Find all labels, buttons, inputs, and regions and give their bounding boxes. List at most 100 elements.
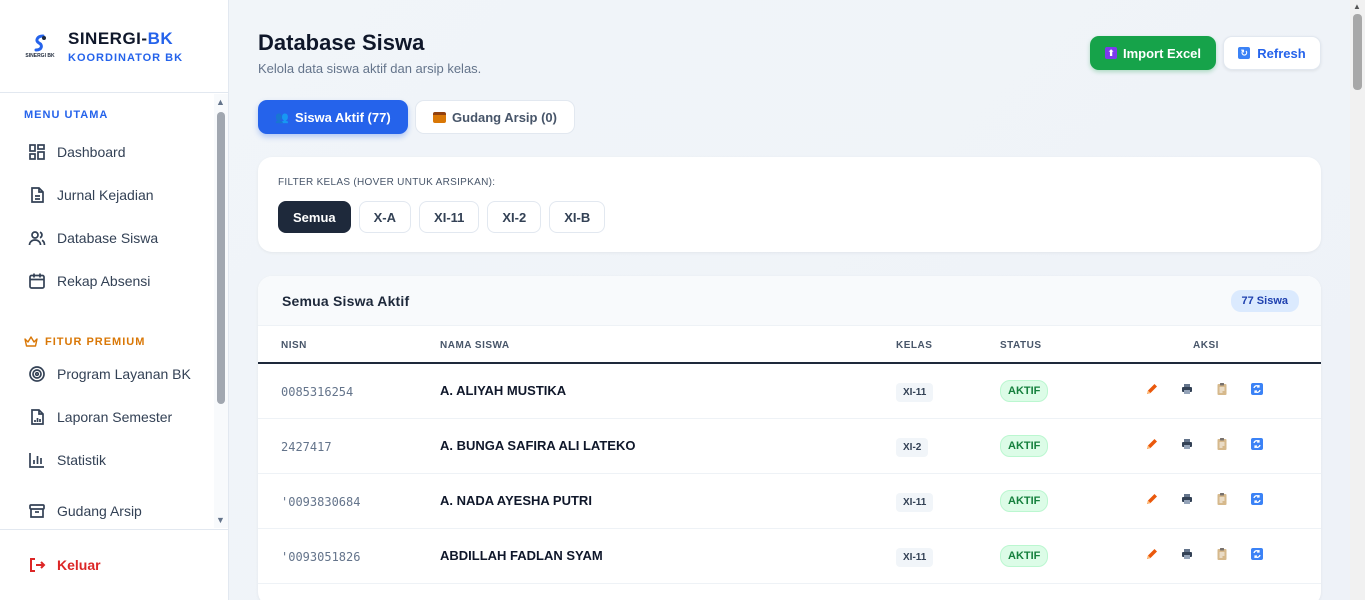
brand-subtitle: KOORDINATOR BK: [68, 51, 184, 64]
users-icon: [28, 229, 46, 247]
clipboard-icon[interactable]: [1215, 382, 1229, 396]
filter-chip-semua[interactable]: Semua: [278, 201, 351, 233]
clipboard-icon[interactable]: [1215, 492, 1229, 506]
sidebar-item-gudang-arsip[interactable]: Gudang Arsip: [0, 489, 214, 528]
status-badge: AKTIF: [1000, 435, 1049, 457]
move-class-icon[interactable]: [1250, 437, 1264, 451]
crown-icon: [24, 335, 38, 347]
brand-logo: SINERGI BK: [24, 30, 56, 62]
brand-name: SINERGI-BK: [68, 28, 174, 48]
row-actions: [1145, 382, 1264, 396]
cell-nama: A. BUNGA SAFIRA ALI LATEKO: [440, 438, 636, 453]
col-kelas[interactable]: KELAS: [896, 340, 932, 351]
edit-icon[interactable]: [1145, 492, 1159, 506]
sidebar-item-program-layanan-bk[interactable]: Program Layanan BK: [0, 352, 214, 395]
col-nama-siswa[interactable]: NAMA SISWA: [440, 340, 510, 351]
row-actions: [1145, 547, 1264, 561]
clipboard-icon[interactable]: [1215, 547, 1229, 561]
count-badge: 77 Siswa: [1230, 289, 1299, 312]
page-scroll-thumb[interactable]: [1353, 14, 1362, 90]
cell-kelas: XI-11: [896, 493, 934, 512]
move-class-icon[interactable]: [1250, 382, 1264, 396]
archive-icon: [28, 502, 46, 520]
logout-icon: [30, 558, 46, 572]
sidebar-item-database-siswa[interactable]: Database Siswa: [0, 216, 214, 259]
cell-nama: A. ALIYAH MUSTIKA: [440, 383, 567, 398]
cell-nisn: '0093830684: [281, 495, 361, 509]
refresh-icon: ↻: [1238, 47, 1251, 59]
move-class-icon[interactable]: [1250, 492, 1264, 506]
print-icon[interactable]: [1180, 437, 1194, 451]
filter-chip-xi-b[interactable]: XI-B: [549, 201, 606, 233]
target-icon: [28, 365, 46, 383]
cell-kelas: XI-2: [896, 438, 929, 457]
premium-section-title: FITUR PREMIUM: [0, 316, 214, 352]
cell-nisn: 0085316254: [281, 385, 354, 399]
menu-section-title: MENU UTAMA: [24, 109, 109, 121]
page-scrollbar[interactable]: ▲: [1350, 0, 1365, 600]
refresh-button[interactable]: ↻ Refresh: [1223, 36, 1321, 70]
sidebar: SINERGI BK SINERGI-BK KOORDINATOR BK MEN…: [0, 0, 229, 600]
move-class-icon[interactable]: [1250, 547, 1264, 561]
table-row[interactable]: 0085316254 A. ALIYAH MUSTIKA XI-11 AKTIF: [258, 364, 1321, 419]
cell-nama: A. NADA AYESHA PUTRI: [440, 493, 592, 508]
cell-kelas: XI-11: [896, 548, 934, 567]
print-icon[interactable]: [1180, 382, 1194, 396]
brand[interactable]: SINERGI BK SINERGI-BK KOORDINATOR BK: [0, 0, 228, 93]
filter-chip-x-a[interactable]: X-A: [358, 201, 412, 233]
cell-nisn: 2427417: [281, 440, 332, 454]
clipboard-icon[interactable]: [1215, 437, 1229, 451]
document-icon: [28, 186, 46, 204]
col-aksi: AKSI: [1193, 340, 1219, 351]
table-row[interactable]: '0093830684 A. NADA AYESHA PUTRI XI-11 A…: [258, 474, 1321, 529]
scroll-up-icon[interactable]: ▲: [216, 97, 225, 107]
cell-nama: ABDILLAH FADLAN SYAM: [440, 548, 603, 563]
row-actions: [1145, 437, 1264, 451]
col-nisn[interactable]: NISN: [281, 340, 307, 351]
archive-box-icon: [433, 111, 447, 123]
filter-chip-xi-11[interactable]: XI-11: [419, 201, 480, 233]
status-badge: AKTIF: [1000, 545, 1049, 567]
filter-card: FILTER KELAS (HOVER UNTUK ARSIPKAN): Sem…: [258, 157, 1321, 252]
table-row[interactable]: '0093051826 ABDILLAH FADLAN SYAM XI-11 A…: [258, 529, 1321, 584]
edit-icon[interactable]: [1145, 547, 1159, 561]
sidebar-item-rekap-absensi[interactable]: Rekap Absensi: [0, 259, 214, 302]
calendar-icon: [28, 272, 46, 290]
page-scroll-up-icon[interactable]: ▲: [1353, 2, 1361, 11]
filter-chips: Semua X-A XI-11 XI-2 XI-B: [278, 201, 606, 233]
edit-icon[interactable]: [1145, 437, 1159, 451]
import-icon: ⬆: [1104, 47, 1117, 59]
filter-chip-xi-2[interactable]: XI-2: [487, 201, 542, 233]
sidebar-scrollbar[interactable]: ▲ ▼: [214, 94, 228, 528]
cell-nisn: '0093051826: [281, 550, 361, 564]
logo-caption: SINERGI BK: [25, 53, 55, 59]
print-icon[interactable]: [1180, 547, 1194, 561]
col-status[interactable]: STATUS: [1000, 340, 1042, 351]
sidebar-nav: MENU UTAMA Dashboard Jurnal Kejadian Dat…: [0, 94, 214, 528]
scroll-down-icon[interactable]: ▼: [216, 515, 225, 525]
logout-button[interactable]: Keluar: [0, 529, 229, 600]
print-icon[interactable]: [1180, 492, 1194, 506]
sidebar-item-dashboard[interactable]: Dashboard: [0, 130, 214, 173]
table-column-headers: NISN NAMA SISWA KELAS STATUS AKSI: [258, 326, 1321, 364]
logo-icon: [34, 34, 46, 52]
sidebar-item-laporan-semester[interactable]: Laporan Semester: [0, 395, 214, 438]
import-excel-button[interactable]: ⬆ Import Excel: [1090, 36, 1216, 70]
table-row[interactable]: 2427417 A. BUNGA SAFIRA ALI LATEKO XI-2 …: [258, 419, 1321, 474]
status-badge: AKTIF: [1000, 490, 1049, 512]
students-table-card: Semua Siswa Aktif 77 Siswa NISN NAMA SIS…: [258, 276, 1321, 600]
status-badge: AKTIF: [1000, 380, 1049, 402]
cell-kelas: XI-11: [896, 383, 934, 402]
sidebar-item-statistik[interactable]: Statistik: [0, 438, 214, 481]
filter-label: FILTER KELAS (HOVER UNTUK ARSIPKAN):: [278, 177, 496, 188]
sidebar-scroll-thumb[interactable]: [217, 112, 225, 404]
table-title: Semua Siswa Aktif: [282, 292, 410, 309]
page-title: Database Siswa: [258, 30, 425, 55]
edit-icon[interactable]: [1145, 382, 1159, 396]
tab-siswa-aktif[interactable]: 👥 Siswa Aktif (77): [258, 100, 408, 134]
sidebar-item-jurnal-kejadian[interactable]: Jurnal Kejadian: [0, 173, 214, 216]
tab-gudang-arsip[interactable]: Gudang Arsip (0): [415, 100, 575, 134]
table-header-bar: Semua Siswa Aktif 77 Siswa: [258, 276, 1321, 326]
dashboard-icon: [28, 143, 46, 161]
table-body: 0085316254 A. ALIYAH MUSTIKA XI-11 AKTIF…: [258, 364, 1321, 584]
